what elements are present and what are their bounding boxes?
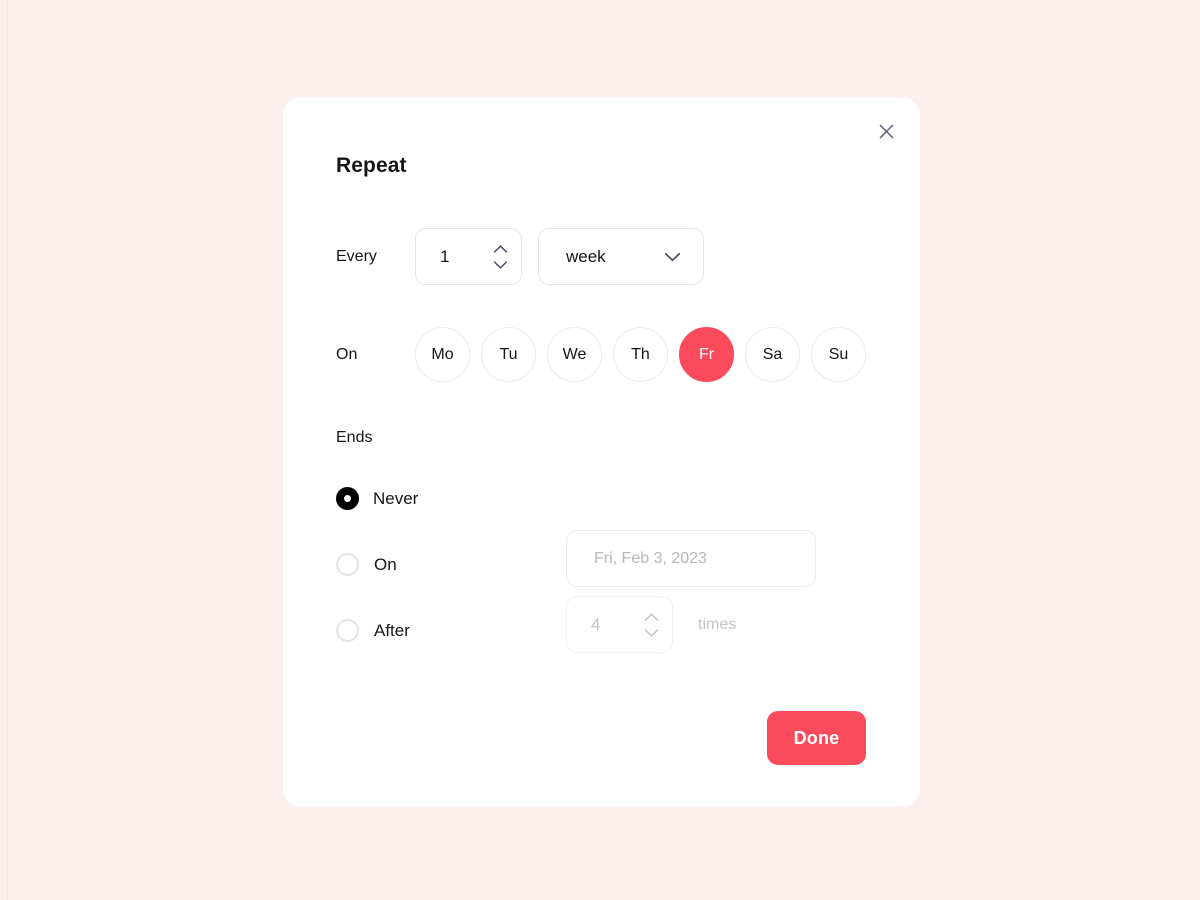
- radio-on[interactable]: [336, 553, 359, 576]
- frequency-unit-select[interactable]: week: [538, 228, 704, 285]
- ends-option-never[interactable]: Never: [336, 487, 418, 510]
- radio-dot: [344, 495, 351, 502]
- end-date-input[interactable]: Fri, Feb 3, 2023: [566, 530, 816, 587]
- dialog-title: Repeat: [336, 154, 407, 177]
- weekday-selector: Mo Tu We Th Fr Sa Su: [415, 327, 866, 382]
- weekday-button-su[interactable]: Su: [811, 327, 866, 382]
- close-icon: [879, 124, 894, 139]
- ends-on-label: On: [374, 554, 397, 574]
- on-label: On: [336, 345, 358, 363]
- occurrence-spin-buttons: [644, 612, 659, 637]
- interval-value: 1: [440, 246, 450, 266]
- ends-never-label: Never: [373, 488, 419, 508]
- repeat-dialog: Repeat Every 1 week On Mo Tu We Th Fr Sa…: [283, 97, 920, 807]
- app-canvas: Repeat Every 1 week On Mo Tu We Th Fr Sa…: [0, 0, 1200, 900]
- chevron-down-icon: [493, 257, 508, 272]
- ends-option-on[interactable]: On Fri, Feb 3, 2023: [336, 530, 816, 587]
- interval-stepper[interactable]: 1: [415, 228, 522, 285]
- occurrence-count-stepper[interactable]: 4: [566, 596, 673, 653]
- chevron-down-icon: [644, 625, 659, 640]
- interval-decrement-button[interactable]: [493, 260, 508, 269]
- radio-never[interactable]: [336, 487, 359, 510]
- ends-after-label: After: [374, 620, 410, 640]
- frequency-unit-value: week: [566, 246, 606, 266]
- ends-label: Ends: [336, 429, 373, 446]
- radio-after[interactable]: [336, 619, 359, 642]
- weekday-button-tu[interactable]: Tu: [481, 327, 536, 382]
- weekday-button-fr[interactable]: Fr: [679, 327, 734, 382]
- interval-spin-buttons: [493, 244, 508, 269]
- chevron-up-icon: [493, 241, 508, 256]
- done-button[interactable]: Done: [767, 711, 866, 765]
- weekday-button-sa[interactable]: Sa: [745, 327, 800, 382]
- occurrence-increment-button[interactable]: [644, 612, 659, 621]
- left-edge-divider: [7, 0, 8, 900]
- weekday-button-mo[interactable]: Mo: [415, 327, 470, 382]
- ends-option-after[interactable]: After 4 times: [336, 596, 736, 653]
- occurrence-unit-label: times: [698, 616, 737, 633]
- interval-increment-button[interactable]: [493, 244, 508, 253]
- occurrence-count-placeholder: 4: [591, 614, 601, 634]
- every-label: Every: [336, 247, 377, 265]
- occurrence-decrement-button[interactable]: [644, 628, 659, 637]
- weekday-button-we[interactable]: We: [547, 327, 602, 382]
- chevron-up-icon: [644, 609, 659, 624]
- close-button[interactable]: [873, 118, 899, 144]
- weekday-button-th[interactable]: Th: [613, 327, 668, 382]
- every-row: Every 1 week: [336, 228, 704, 285]
- chevron-down-icon: [664, 252, 681, 262]
- end-date-placeholder: Fri, Feb 3, 2023: [594, 549, 707, 567]
- on-days-row: On Mo Tu We Th Fr Sa Su: [336, 327, 866, 382]
